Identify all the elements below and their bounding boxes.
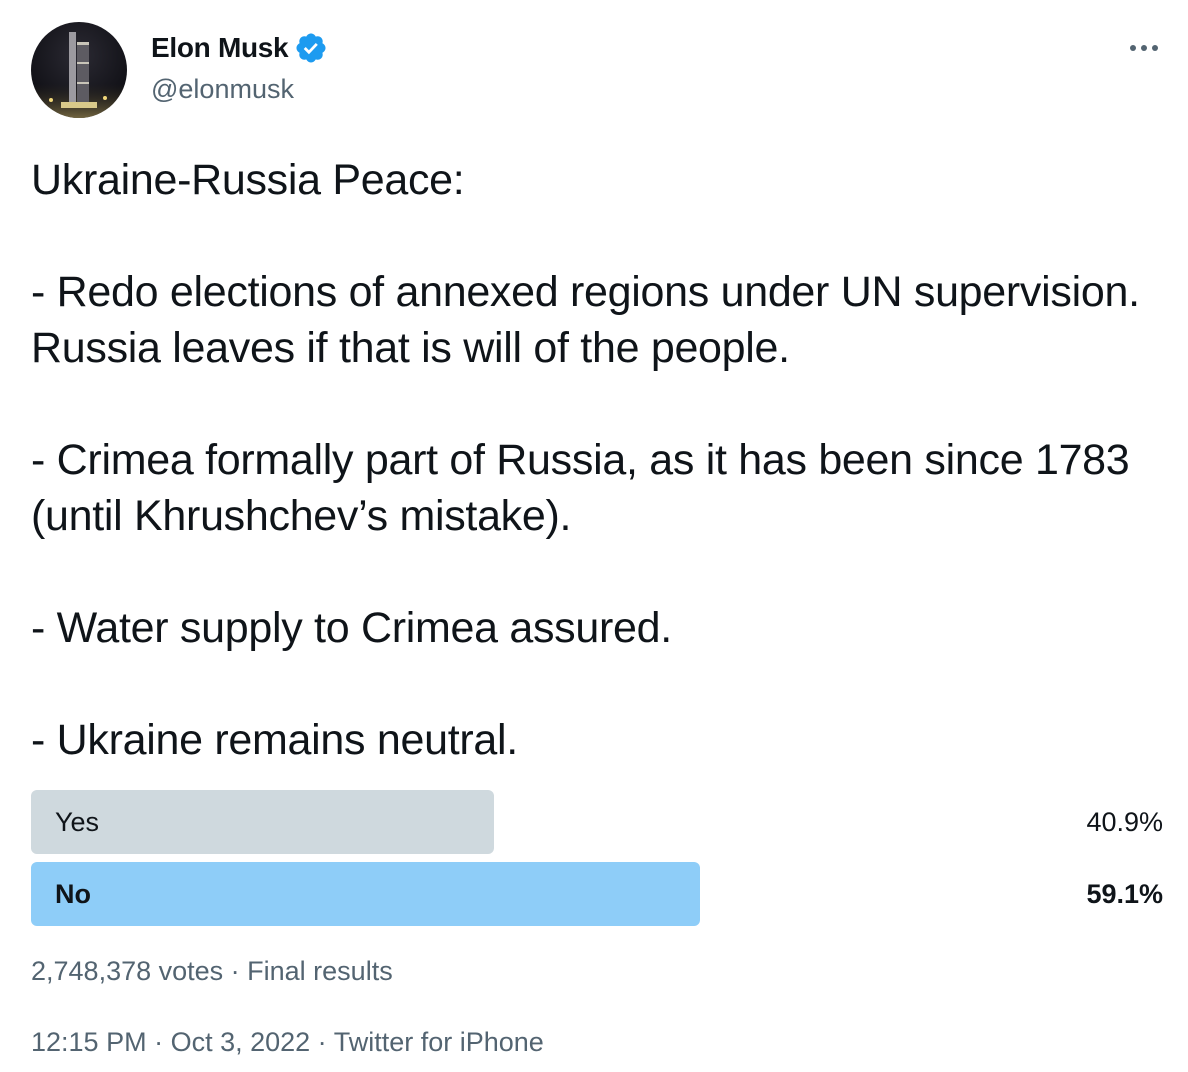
more-options-button[interactable] [1126, 30, 1162, 66]
separator: · [223, 956, 248, 986]
tweet-date[interactable]: Oct 3, 2022 [171, 1027, 311, 1057]
poll-vote-count: 2,748,378 votes [31, 956, 224, 986]
tweet-line [31, 208, 1161, 264]
avatar-image [31, 22, 127, 118]
tweet-metadata: 12:15 PM · Oct 3, 2022 · Twitter for iPh… [31, 1024, 544, 1060]
tweet-line [31, 544, 1161, 600]
separator: · [146, 1027, 171, 1057]
poll-bar [31, 862, 700, 926]
poll-status: Final results [247, 956, 393, 986]
tweet-line [31, 656, 1161, 712]
tweet-line: Ukraine-Russia Peace: [31, 156, 465, 204]
avatar[interactable] [31, 22, 127, 118]
tweet-line [31, 376, 1161, 432]
author-name-row[interactable]: Elon Musk [151, 30, 328, 66]
poll-bar [31, 790, 494, 854]
tweet-source[interactable]: Twitter for iPhone [334, 1027, 544, 1057]
more-options-icon [1130, 45, 1158, 51]
tweet-line: - Ukraine remains neutral. [31, 716, 518, 764]
poll-option-yes: Yes 40.9% [31, 790, 1163, 854]
poll-option-percent: 40.9% [1086, 807, 1163, 837]
poll-option-label: No [55, 879, 91, 909]
tweet-line: - Water supply to Crimea assured. [31, 604, 672, 652]
author-display-name[interactable]: Elon Musk [151, 30, 289, 66]
author-handle[interactable]: @elonmusk [151, 71, 294, 107]
poll-option-no: No 59.1% [31, 862, 1163, 926]
poll-option-label: Yes [55, 807, 100, 837]
tweet-time[interactable]: 12:15 PM [31, 1027, 147, 1057]
tweet-line: - Redo elections of annexed regions unde… [31, 268, 1152, 372]
poll-option-percent: 59.1% [1086, 879, 1163, 909]
tweet-text: Ukraine-Russia Peace: - Redo elections o… [31, 152, 1161, 768]
verified-badge-icon [294, 31, 328, 65]
tweet-line: - Crimea formally part of Russia, as it … [31, 436, 1142, 540]
separator: · [310, 1027, 334, 1057]
poll-summary: 2,748,378 votes · Final results [31, 953, 393, 989]
